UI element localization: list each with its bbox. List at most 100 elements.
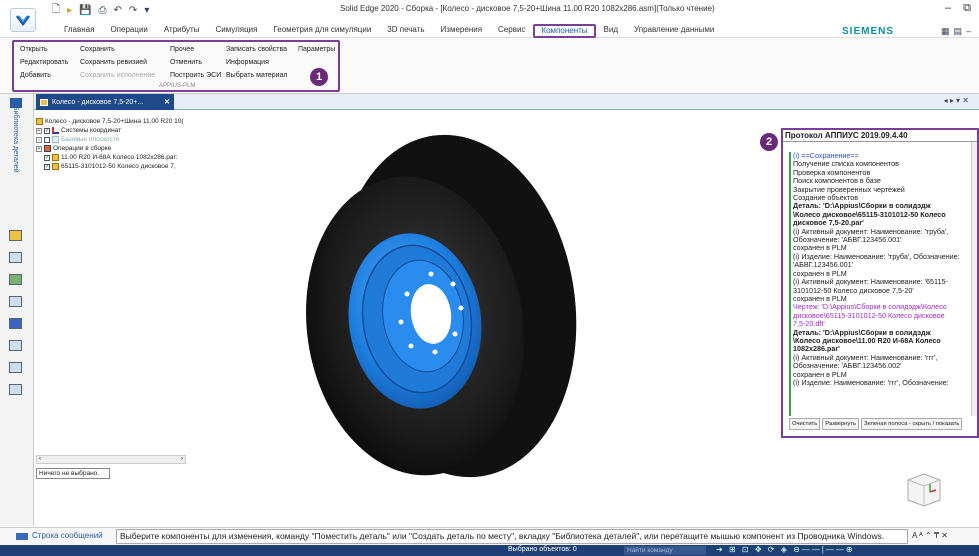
tree-root[interactable]: Колесо - дисковое 7,5-20+Шина 11.00 R20 … bbox=[36, 118, 184, 125]
close-tab-icon[interactable]: ✕ bbox=[164, 98, 170, 106]
tab-3d-print[interactable]: 3D печать bbox=[379, 24, 432, 38]
tab-sim-geometry[interactable]: Геометрия для симуляции bbox=[265, 24, 379, 38]
write-properties-button[interactable]: Записать свойства bbox=[226, 46, 287, 53]
wheel-model[interactable] bbox=[195, 116, 775, 526]
edit-button[interactable]: Редактировать bbox=[20, 59, 68, 66]
cancel-button[interactable]: Отменить bbox=[170, 59, 202, 66]
save-icon[interactable]: 💾 bbox=[79, 5, 91, 16]
tree-item-tire[interactable]: ✓ 11.00 R20 И-68А Колесо 1082x286.par: bbox=[44, 154, 178, 161]
view-tools: ➔ ⊞ ⊡ ✥ ⟳ ◈ ⊖——|——⊕ bbox=[716, 545, 855, 554]
minimize-button[interactable]: – bbox=[945, 2, 951, 15]
tree-item-label: 11.00 R20 И-68А Колесо 1082x286.par: bbox=[61, 154, 178, 161]
groups-icon[interactable] bbox=[9, 318, 22, 329]
font-size-icon[interactable]: A bbox=[912, 531, 917, 540]
tab-features[interactable]: Операции bbox=[102, 24, 155, 38]
tab-simulation[interactable]: Симуляция bbox=[207, 24, 265, 38]
scroll-right-icon[interactable]: › bbox=[181, 456, 183, 463]
document-tab-bar: Колесо - дисковое 7,5-20+... ✕ ◂ ▸ ▾ ✕ bbox=[34, 94, 979, 110]
minimize-ribbon-icon[interactable]: – bbox=[966, 26, 971, 37]
selection-count: Выбрано объектов: 0 bbox=[508, 546, 577, 553]
command-finder-input[interactable]: Найти команду bbox=[624, 546, 706, 555]
parts-library-tab[interactable]: Библиотека деталей bbox=[12, 106, 19, 173]
tree-item-wheel[interactable]: ✓ 65115-3101012-50 Колесо дисковое 7, bbox=[44, 163, 176, 170]
save-button[interactable]: Сохранить bbox=[80, 46, 115, 53]
visibility-checkbox[interactable]: ✓ bbox=[44, 163, 50, 170]
information-button[interactable]: Информация bbox=[226, 59, 269, 66]
expand-button[interactable]: Развернуть bbox=[822, 418, 859, 430]
layers-icon[interactable] bbox=[9, 252, 22, 263]
tab-view[interactable]: Вид bbox=[596, 24, 626, 38]
expand-icon[interactable]: + bbox=[36, 136, 42, 143]
tab-attributes[interactable]: Атрибуты bbox=[156, 24, 208, 38]
zoom-icon[interactable]: ⊞ bbox=[729, 545, 738, 554]
tree-item-coordinate-systems[interactable]: + ✓ Системы координат bbox=[36, 127, 121, 134]
other-button[interactable]: Прочее bbox=[170, 46, 194, 53]
visibility-checkbox[interactable]: ✓ bbox=[44, 154, 50, 161]
tab-inspect[interactable]: Измерения bbox=[433, 24, 490, 38]
close-msgbar-icon[interactable]: ✕ bbox=[941, 531, 948, 540]
tree-item-reference-planes[interactable]: + Базовые плоскости bbox=[36, 136, 120, 143]
open-icon[interactable]: ▸ bbox=[67, 5, 72, 16]
pan-icon[interactable]: ✥ bbox=[755, 545, 764, 554]
select-material-button[interactable]: Выбрать материал bbox=[226, 72, 288, 79]
restore-button[interactable]: ⧉ bbox=[963, 2, 971, 15]
view-cube[interactable] bbox=[900, 470, 944, 510]
pin-icon[interactable]: ₸ bbox=[934, 531, 939, 540]
redo-icon[interactable]: ↷ bbox=[129, 5, 137, 16]
protocol-buttons: Очистить Развернуть Зеленая полоса - скр… bbox=[789, 418, 977, 430]
scroll-left-icon[interactable]: ‹ bbox=[39, 456, 41, 463]
add-button[interactable]: Добавить bbox=[20, 72, 51, 79]
build-esi-button[interactable]: Построить ЭСИ bbox=[170, 72, 221, 79]
expand-up-icon[interactable]: ⌃ bbox=[925, 531, 932, 540]
view-style-icon[interactable]: ◈ bbox=[781, 545, 789, 554]
help-icon[interactable]: ▦ bbox=[941, 26, 950, 37]
document-tab[interactable]: Колесо - дисковое 7,5-20+... ✕ bbox=[36, 94, 174, 110]
part-icon bbox=[52, 163, 59, 170]
zoom-slider[interactable]: ⊖——|——⊕ bbox=[793, 545, 854, 554]
plane-icon bbox=[52, 136, 59, 143]
assembly-icon[interactable] bbox=[9, 230, 22, 241]
toggle-green-strip-button[interactable]: Зеленая полоса - скрыть / показать bbox=[860, 418, 963, 430]
protocol-scrollbar[interactable] bbox=[971, 142, 977, 416]
parameters-button[interactable]: Параметры bbox=[298, 46, 335, 53]
tab-components[interactable]: Компоненты bbox=[533, 24, 596, 38]
message-bar: Строка сообщений Выберите компоненты для… bbox=[0, 527, 979, 545]
rotate-icon[interactable]: ⟳ bbox=[768, 545, 777, 554]
undo-icon[interactable]: ↶ bbox=[114, 5, 122, 16]
save-revision-button[interactable]: Сохранить ревизией bbox=[80, 59, 147, 66]
view-cube-icon bbox=[907, 473, 941, 507]
help-toolbar: ▦ ▤ – bbox=[941, 26, 971, 37]
query-icon[interactable] bbox=[9, 296, 22, 307]
assembly-icon bbox=[36, 118, 43, 125]
expand-icon[interactable]: + bbox=[36, 145, 42, 152]
family-icon[interactable] bbox=[9, 340, 22, 351]
tab-data-management[interactable]: Управление данными bbox=[626, 24, 722, 38]
print-icon[interactable]: ⎙ bbox=[99, 5, 107, 16]
new-icon[interactable]: 🗋 bbox=[52, 2, 60, 19]
ribbon: Открыть Редактировать Добавить Сохранить… bbox=[0, 38, 979, 94]
grid-icon[interactable] bbox=[9, 362, 22, 373]
open-button[interactable]: Открыть bbox=[20, 46, 48, 53]
window-controls: – ⧉ bbox=[945, 2, 971, 15]
expand-icon[interactable]: + bbox=[36, 127, 42, 134]
settings-icon[interactable] bbox=[9, 384, 22, 395]
sensors-icon[interactable] bbox=[9, 274, 22, 285]
customize-icon[interactable]: ▾ bbox=[144, 5, 149, 16]
tab-home[interactable]: Главная bbox=[56, 24, 102, 38]
tab-tools[interactable]: Сервис bbox=[490, 24, 533, 38]
ribbon-tabs: Главная Операции Атрибуты Симуляция Геом… bbox=[56, 24, 722, 38]
zoom-area-icon[interactable]: ➔ bbox=[716, 545, 725, 554]
tree-item-assembly-features[interactable]: + Операции в сборке bbox=[36, 145, 111, 152]
tab-navigation[interactable]: ◂ ▸ ▾ ✕ bbox=[944, 96, 969, 105]
app-menu-button[interactable] bbox=[10, 8, 36, 32]
visibility-checkbox[interactable] bbox=[44, 136, 50, 143]
visibility-checkbox[interactable]: ✓ bbox=[44, 127, 50, 134]
tree-horizontal-scrollbar[interactable]: ‹ › bbox=[36, 455, 186, 464]
fit-icon[interactable]: ⊡ bbox=[742, 545, 751, 554]
window-title: Solid Edge 2020 - Сборка - [Колесо - дис… bbox=[340, 4, 715, 13]
layout-icon[interactable]: ▤ bbox=[953, 26, 962, 37]
save-variant-button[interactable]: Сохранить исполнение bbox=[80, 72, 155, 79]
font-size-small-icon[interactable]: ᴬ bbox=[919, 531, 923, 540]
clear-button[interactable]: Очистить bbox=[789, 418, 821, 430]
graphics-viewport[interactable] bbox=[195, 116, 775, 526]
